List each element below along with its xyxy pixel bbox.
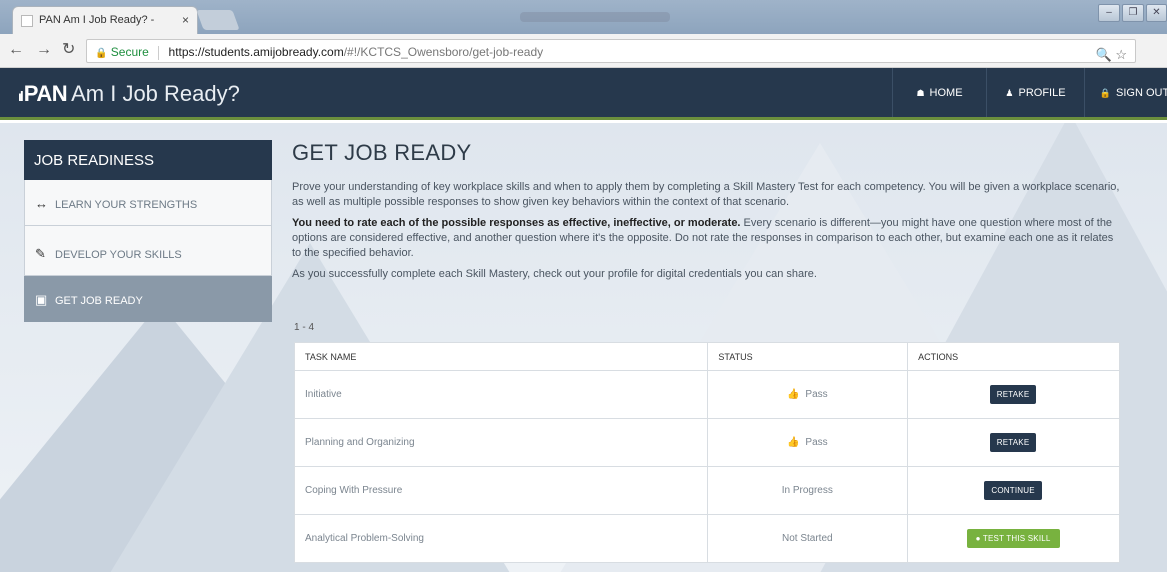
status-cell: 👍 Pass (707, 370, 909, 419)
instructions-emphasis: You need to rate each of the possible re… (292, 217, 741, 229)
sidebar-item-learn-your-strengths[interactable]: ↔ LEARN YOUR STRENGTHS (24, 180, 272, 226)
tasks-table: TASK NAME STATUS ACTIONS Initiative 👍 Pas… (293, 342, 1120, 563)
table-header-row: TASK NAME STATUS ACTIONS (293, 342, 1120, 371)
nav-sign-out-label: SIGN OUT (1116, 87, 1167, 99)
table-row: Planning and Organizing 👍 Pass RETAKE (293, 418, 1120, 467)
sidebar-item-get-job-ready[interactable]: ▣ GET JOB READY (24, 276, 272, 322)
omnibox-actions: 🔍 ☆ (1096, 47, 1127, 62)
sidebar-item-label: DEVELOP YOUR SKILLS (55, 249, 182, 261)
task-name: Planning and Organizing (293, 418, 709, 467)
browser-tabstrip: PAN Am I Job Ready? - × – ❐ ✕ (0, 0, 1167, 34)
user-icon: ♟ (1005, 88, 1014, 98)
tab-title: PAN Am I Job Ready? - (39, 14, 155, 26)
app-name: Am I Job Ready? (71, 81, 240, 106)
retake-button[interactable]: RETAKE (989, 385, 1037, 404)
play-circle-icon: ● (975, 534, 983, 543)
main-content: GET JOB READY Prove your understanding o… (292, 140, 1122, 282)
home-icon: ☗ (916, 88, 925, 98)
intro-paragraph: Prove your understanding of key workplac… (292, 181, 1120, 208)
column-header-status[interactable]: STATUS (707, 342, 909, 371)
url-host: https://students.amijobready.com (168, 45, 344, 59)
status-cell: In Progress (707, 466, 909, 515)
background-window-title (520, 12, 670, 22)
thumbs-up-icon: 👍 (786, 437, 800, 448)
address-bar[interactable]: 🔒 Secure https://students.amijobready.co… (86, 39, 1136, 63)
tab-close-icon[interactable]: × (182, 13, 189, 27)
continue-button[interactable]: CONTINUE (984, 481, 1042, 500)
brand[interactable]: ılPAN Am I Job Ready? (18, 81, 240, 107)
lock-icon: 🔒 (1099, 88, 1112, 98)
close-window-icon[interactable]: ✕ (1146, 4, 1167, 22)
page-favicon-icon (21, 15, 33, 27)
action-cell: RETAKE (907, 418, 1120, 467)
task-name: Initiative (293, 370, 709, 419)
pagination-range: 1 - 4 (294, 322, 315, 333)
nav-home-label: HOME (929, 87, 963, 99)
table-row: Analytical Problem-Solving Not Started ●… (293, 514, 1120, 563)
nav-profile-label: PROFILE (1018, 87, 1066, 99)
app-header: ılPAN Am I Job Ready? ☗ HOME ♟ PROFILE 🔒 SIG… (0, 68, 1167, 120)
nav-profile[interactable]: ♟ PROFILE (986, 68, 1084, 117)
thumbs-up-icon: 👍 (786, 389, 800, 400)
action-cell: ● TEST THIS SKILL (907, 514, 1120, 563)
bookmark-star-icon[interactable]: ☆ (1115, 47, 1127, 62)
nav-home[interactable]: ☗ HOME (892, 68, 986, 117)
address-divider (158, 45, 160, 60)
test-this-skill-label: TEST THIS SKILL (982, 534, 1051, 543)
secure-lock-icon: 🔒 (95, 48, 108, 59)
table-row: Initiative 👍 Pass RETAKE (293, 370, 1120, 419)
secure-label: Secure (110, 45, 149, 59)
profile-note: As you successfully complete each Skill … (292, 268, 817, 280)
retake-button[interactable]: RETAKE (989, 433, 1037, 452)
nav-sign-out[interactable]: 🔒 SIGN OUT (1084, 68, 1167, 117)
test-this-skill-button[interactable]: ● TEST THIS SKILL (966, 529, 1060, 548)
pan-logo-bars-icon: ıl (18, 88, 24, 104)
status-text: In Progress (781, 485, 833, 496)
browser-tab[interactable]: PAN Am I Job Ready? - × (12, 6, 198, 34)
task-name: Coping With Pressure (293, 466, 709, 515)
forward-icon[interactable]: → (36, 42, 52, 58)
column-header-actions: ACTIONS (907, 342, 1120, 371)
sidebar-item-develop-your-skills[interactable]: ✎ DEVELOP YOUR SKILLS (24, 226, 272, 276)
arrows-icon: ↔ (35, 196, 48, 211)
browser-toolbar: ← → ↻ 🔒 Secure https://students.amijobre… (0, 34, 1167, 68)
status-text: Not Started (782, 533, 833, 544)
briefcase-icon: ▣ (35, 292, 48, 307)
task-name: Analytical Problem-Solving (293, 514, 709, 563)
page-title: GET JOB READY (292, 140, 472, 165)
status-cell: 👍 Pass (707, 418, 909, 467)
action-cell: CONTINUE (907, 466, 1120, 515)
sidebar-item-label: LEARN YOUR STRENGTHS (55, 199, 198, 211)
brand-logo: PAN (23, 81, 68, 106)
sidebar-title: JOB READINESS (24, 140, 272, 180)
minimize-icon[interactable]: – (1098, 4, 1120, 22)
status-text: Pass (805, 437, 828, 448)
action-cell: RETAKE (907, 370, 1120, 419)
restore-icon[interactable]: ❐ (1122, 4, 1144, 22)
url-path: /#!/KCTCS_Owensboro/get-job-ready (343, 45, 544, 59)
status-text: Pass (805, 389, 828, 400)
sidebar-item-label: GET JOB READY (55, 295, 143, 307)
zoom-icon[interactable]: 🔍 (1096, 47, 1112, 62)
sidebar: JOB READINESS ↔ LEARN YOUR STRENGTHS ✎ DEV… (24, 140, 272, 326)
status-cell: Not Started (707, 514, 909, 563)
reload-icon[interactable]: ↻ (62, 42, 75, 58)
table-row: Coping With Pressure In Progress CONTINU… (293, 466, 1120, 515)
new-tab-button[interactable] (196, 10, 240, 30)
back-icon[interactable]: ← (8, 42, 24, 58)
instructions-paragraph: You need to rate each of the possible re… (292, 216, 1122, 261)
pencil-icon: ✎ (35, 246, 46, 261)
column-header-task-name[interactable]: TASK NAME (293, 342, 709, 371)
